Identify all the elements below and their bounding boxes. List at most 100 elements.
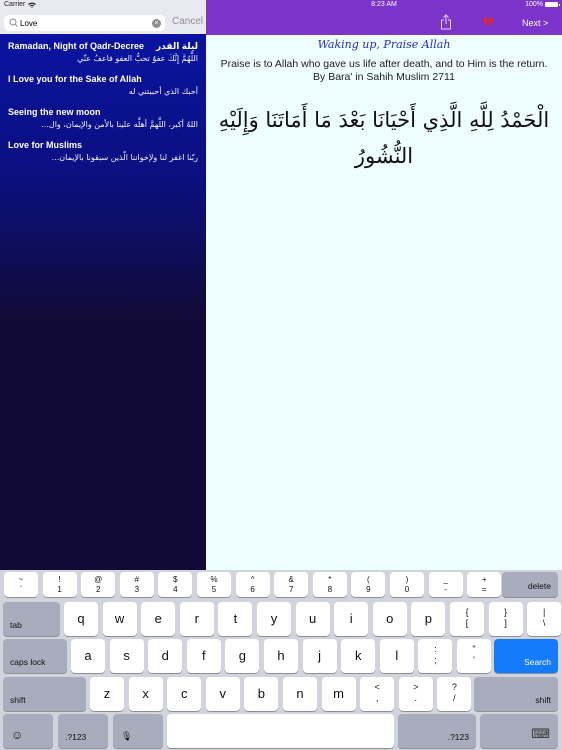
battery-percent: 100% xyxy=(525,1,543,8)
microphone-icon: 🎙 xyxy=(121,731,133,741)
key-\[interactable]: | \ xyxy=(527,602,562,636)
list-item[interactable]: Seeing the new moon اللهُ أكبر، اللَّهمَ… xyxy=(0,102,206,135)
key-label: c xyxy=(180,685,188,701)
key-label: tab xyxy=(10,620,22,630)
list-item[interactable]: Love for Muslims ربّنا اغفر لنا ولإخوانن… xyxy=(0,135,206,168)
list-item[interactable]: I Love you for the Sake of Allah أحبك ال… xyxy=(0,69,206,102)
key-label: h xyxy=(277,647,285,663)
key-label: .?123 xyxy=(447,732,469,742)
key-b[interactable]: b xyxy=(244,677,279,711)
key-label: b xyxy=(257,685,265,701)
result-title: Ramadan, Night of Qadr-Decree xyxy=(8,41,145,51)
key-label: @2 xyxy=(94,575,103,594)
key-c[interactable]: c xyxy=(167,677,202,711)
delete-key[interactable]: delete xyxy=(502,572,558,597)
on-screen-keyboard: ~ `! 1 @2 #3 $4% 5 ^ 6 & 7 * 8(9) 0 _ - + = delete tab q w e r t… xyxy=(0,570,562,750)
shift-right-key[interactable]: shift xyxy=(474,677,558,711)
key-label: i xyxy=(349,610,353,626)
key-n[interactable]: n xyxy=(283,677,317,711)
key-label: ^ 6 xyxy=(250,575,255,594)
key-q[interactable]: q xyxy=(64,602,98,636)
key-e[interactable]: e xyxy=(141,602,176,636)
key-v[interactable]: v xyxy=(205,677,240,711)
dictation-key[interactable]: 🎙 xyxy=(113,714,163,748)
key-=[interactable]: + = xyxy=(467,572,502,597)
caps-lock-key[interactable]: caps lock xyxy=(3,639,67,673)
key-comma[interactable]: <, xyxy=(360,677,395,711)
key-][interactable]: }] xyxy=(488,602,523,636)
key-m[interactable]: m xyxy=(321,677,356,711)
cancel-button[interactable]: Cancel xyxy=(172,16,203,27)
key-h[interactable]: h xyxy=(264,639,298,673)
key-j[interactable]: j xyxy=(302,639,337,673)
key-4[interactable]: $4 xyxy=(158,572,193,597)
numbers-left-key[interactable]: .?123 xyxy=(58,714,108,748)
key-2[interactable]: @2 xyxy=(81,572,116,597)
list-item[interactable]: Ramadan, Night of Qadr-Decree ليلة القدر … xyxy=(0,36,206,69)
key-d[interactable]: d xyxy=(148,639,183,673)
keyboard-dismiss-icon: ⌨ xyxy=(531,726,550,741)
key-i[interactable]: i xyxy=(334,602,369,636)
key-1[interactable]: ! 1 xyxy=(42,572,77,597)
key-label: % 5 xyxy=(210,575,218,594)
dismiss-keyboard-key[interactable]: ⌨ xyxy=(480,714,558,748)
key-8[interactable]: * 8 xyxy=(312,572,347,597)
dua-arabic-text: الْحَمْدُ لِلَّهِ الَّذِي أَحْيَانَا بَع… xyxy=(218,108,550,168)
emoji-key[interactable]: ☺ xyxy=(3,714,53,748)
key-6[interactable]: ^ 6 xyxy=(235,572,270,597)
key-9[interactable]: (9 xyxy=(351,572,386,597)
key-7[interactable]: & 7 xyxy=(274,572,309,597)
key-a[interactable]: a xyxy=(71,639,105,673)
key-0[interactable]: ) 0 xyxy=(390,572,424,597)
key-x[interactable]: x xyxy=(128,677,163,711)
key-k[interactable]: k xyxy=(341,639,376,673)
key-5[interactable]: % 5 xyxy=(197,572,231,597)
status-battery: 100% xyxy=(525,1,560,8)
key-z[interactable]: z xyxy=(90,677,124,711)
broken-heart-icon[interactable] xyxy=(482,17,494,27)
key-o[interactable]: o xyxy=(372,602,407,636)
key-l[interactable]: l xyxy=(379,639,414,673)
clear-search-icon[interactable]: × xyxy=(152,18,161,28)
emoji-icon: ☺ xyxy=(11,728,24,742)
key-slash[interactable]: ? / xyxy=(437,677,472,711)
key-label: u xyxy=(308,610,317,626)
battery-icon xyxy=(545,2,560,7)
shift-left-key[interactable]: shift xyxy=(3,677,86,711)
next-button[interactable]: Next > xyxy=(522,18,548,28)
key-label: ? / xyxy=(451,682,457,703)
search-input[interactable] xyxy=(20,16,148,30)
key-t[interactable]: t xyxy=(218,602,253,636)
key-`[interactable]: ~ ` xyxy=(4,572,38,597)
search-key[interactable]: Search xyxy=(494,639,558,673)
key-r[interactable]: r xyxy=(179,602,214,636)
translation-text: Praise is to Allah who gave us life afte… xyxy=(220,58,548,70)
key-3[interactable]: #3 xyxy=(119,572,154,597)
key-period[interactable]: >. xyxy=(398,677,433,711)
key-label: shift xyxy=(535,695,551,705)
result-arabic: أحبك الذي أحببتني له xyxy=(128,87,198,96)
key-u[interactable]: u xyxy=(295,602,330,636)
result-arabic: اللَّهُمَّ إِنَّكَ عفوٌ تحبُّ العفو فاعف… xyxy=(77,54,198,63)
share-icon[interactable] xyxy=(440,14,452,30)
key-p[interactable]: p xyxy=(411,602,446,636)
key-w[interactable]: w xyxy=(102,602,137,636)
key-s[interactable]: s xyxy=(109,639,144,673)
key-[[interactable]: {[ xyxy=(450,602,484,636)
key-quote[interactable]: " ' xyxy=(457,639,491,673)
search-field[interactable]: × xyxy=(4,15,165,31)
key-g[interactable]: g xyxy=(225,639,260,673)
key-label: k xyxy=(354,647,362,663)
key-f[interactable]: f xyxy=(186,639,221,673)
key-semicolon[interactable]: :; xyxy=(418,639,453,673)
key-label: ) 0 xyxy=(404,575,410,594)
key-label: :; xyxy=(434,644,437,665)
key-y[interactable]: y xyxy=(257,602,291,636)
wifi-icon xyxy=(28,2,37,8)
key--[interactable]: _ - xyxy=(428,572,463,597)
numbers-right-key[interactable]: .?123 xyxy=(398,714,476,748)
space-bar[interactable] xyxy=(167,714,394,748)
key-label: $4 xyxy=(173,575,178,594)
tab-key[interactable]: tab xyxy=(3,602,60,636)
key-label: l xyxy=(395,647,399,663)
